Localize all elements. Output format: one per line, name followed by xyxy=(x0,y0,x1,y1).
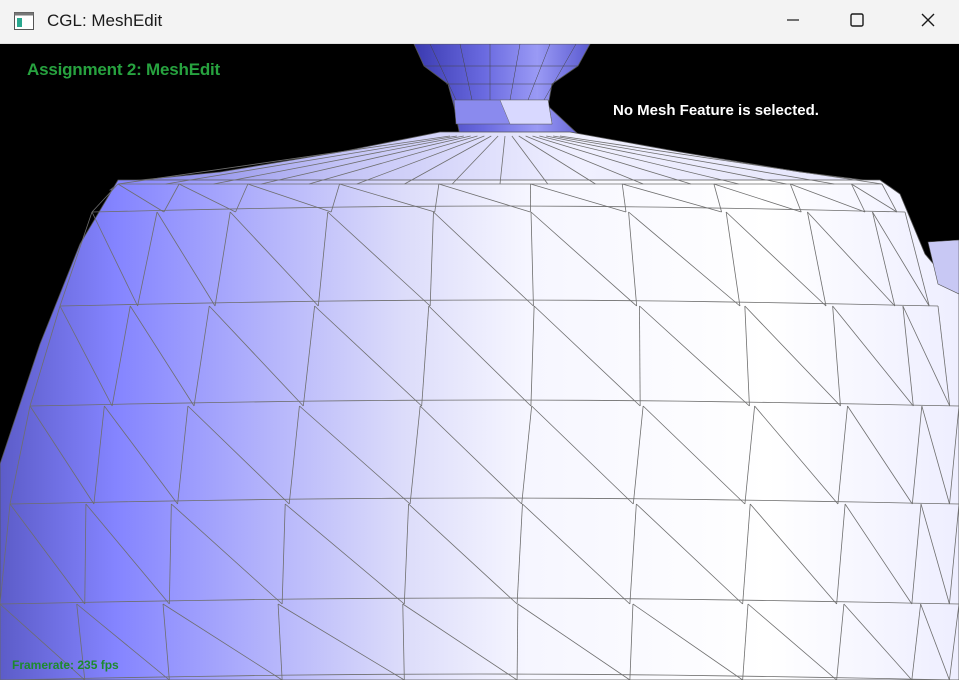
maximize-icon xyxy=(849,12,865,33)
assignment-title: Assignment 2: MeshEdit xyxy=(27,60,221,79)
maximize-button[interactable] xyxy=(834,0,880,44)
render-viewport[interactable]: Assignment 2: MeshEdit No Mesh Feature i… xyxy=(0,44,959,680)
title-bar[interactable]: CGL: MeshEdit xyxy=(0,0,959,44)
selection-status: No Mesh Feature is selected. xyxy=(613,102,819,119)
window-title: CGL: MeshEdit xyxy=(47,11,163,30)
app-window: CGL: MeshEdit Assignment 2: MeshEdit No … xyxy=(0,0,959,680)
minimize-icon xyxy=(785,12,801,33)
close-button[interactable] xyxy=(905,0,951,44)
window-app-icon xyxy=(14,12,34,30)
teapot-mesh-render[interactable] xyxy=(0,44,959,680)
close-icon xyxy=(920,12,936,33)
minimize-button[interactable] xyxy=(770,0,816,44)
framerate-readout: Framerate: 235 fps xyxy=(12,658,119,672)
lid-knob xyxy=(413,44,591,137)
